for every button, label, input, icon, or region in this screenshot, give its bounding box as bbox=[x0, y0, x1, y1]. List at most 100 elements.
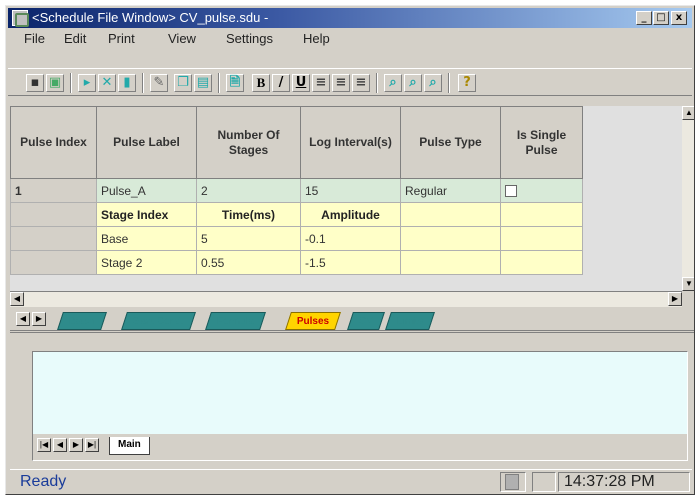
underline-button[interactable]: U bbox=[292, 74, 310, 92]
align-center-icon[interactable]: ≡ bbox=[332, 74, 350, 92]
status-indicator-icon bbox=[505, 474, 519, 490]
pulse-type-cell[interactable]: Regular bbox=[400, 178, 501, 203]
save-icon[interactable]: ▪ bbox=[26, 74, 44, 92]
tab-limits[interactable]: Limits bbox=[385, 312, 436, 330]
schedule-grid: Pulse Index Pulse Label Number Of Stages… bbox=[10, 106, 682, 291]
status-box bbox=[532, 472, 556, 492]
output-area[interactable] bbox=[33, 352, 687, 434]
next-tab-icon[interactable]: ▶ bbox=[69, 438, 83, 452]
tab-next-icon[interactable]: ▶ bbox=[32, 312, 46, 326]
horizontal-scrollbar[interactable]: ◀ ▶ bbox=[10, 291, 682, 307]
insert-row-icon[interactable]: ▸ bbox=[78, 74, 96, 92]
col-header-pulse-label[interactable]: Pulse Label bbox=[96, 106, 197, 179]
tab-start-cond[interactable]: Start Cond. bbox=[121, 312, 196, 330]
italic-button[interactable]: / bbox=[272, 74, 290, 92]
first-tab-icon[interactable]: |◀ bbox=[37, 438, 51, 452]
lower-pane: |◀ ◀ ▶ ▶| Main bbox=[10, 332, 694, 464]
number-of-stages-cell[interactable]: 2 bbox=[196, 178, 301, 203]
print-icon[interactable]: ▣ bbox=[46, 74, 64, 92]
toolbar: ▪ ▣ ▸ ✕ ▮ ✎ ❐ ▤ 🗎 B / U ≡ ≡ ≡ ⌕ ⌕ ⌕ ? bbox=[8, 68, 692, 96]
menu-print[interactable]: Print bbox=[108, 31, 135, 46]
document-icon[interactable]: 🗎 bbox=[226, 74, 244, 92]
maximize-button[interactable]: □ bbox=[653, 11, 669, 25]
align-right-icon[interactable]: ≡ bbox=[352, 74, 370, 92]
toolbar-separator bbox=[376, 73, 378, 93]
cut-icon[interactable]: ✎ bbox=[150, 74, 168, 92]
title-bar[interactable]: <Schedule File Window> CV_pulse.sdu - _ … bbox=[8, 8, 692, 28]
row-header-cell[interactable] bbox=[10, 250, 97, 275]
empty-cell[interactable] bbox=[400, 226, 501, 251]
table-row: Base 5 -0.1 bbox=[10, 226, 583, 251]
col-header-pulse-type[interactable]: Pulse Type bbox=[400, 106, 501, 179]
menu-file[interactable]: File bbox=[24, 31, 45, 46]
table-row: 1 Pulse_A 2 15 Regular bbox=[10, 178, 583, 203]
stage-index-cell[interactable]: Base bbox=[96, 226, 197, 251]
col-header-number-of-stages[interactable]: Number Of Stages bbox=[196, 106, 301, 179]
toolbar-separator bbox=[448, 73, 450, 93]
toolbar-separator bbox=[70, 73, 72, 93]
align-left-icon[interactable]: ≡ bbox=[312, 74, 330, 92]
empty-cell[interactable] bbox=[400, 250, 501, 275]
tab-cv[interactable]: CV bbox=[347, 312, 385, 330]
tab-prev-icon[interactable]: ◀ bbox=[16, 312, 30, 326]
menu-settings[interactable]: Settings bbox=[226, 31, 273, 46]
status-bar: Ready 14:37:28 PM bbox=[10, 469, 692, 493]
is-single-pulse-checkbox[interactable] bbox=[505, 185, 517, 198]
empty-cell[interactable] bbox=[500, 226, 583, 251]
amplitude-cell[interactable]: -0.1 bbox=[300, 226, 401, 251]
scroll-down-icon[interactable]: ▼ bbox=[682, 277, 694, 291]
scroll-up-icon[interactable]: ▲ bbox=[682, 106, 694, 120]
scroll-right-icon[interactable]: ▶ bbox=[668, 292, 682, 306]
menu-edit[interactable]: Edit bbox=[64, 31, 86, 46]
delete-row-icon[interactable]: ✕ bbox=[98, 74, 116, 92]
time-header: Time(ms) bbox=[196, 202, 301, 227]
app-icon[interactable] bbox=[12, 10, 29, 27]
row-icon[interactable]: ▮ bbox=[118, 74, 136, 92]
scroll-left-icon[interactable]: ◀ bbox=[10, 292, 24, 306]
window-title: <Schedule File Window> CV_pulse.sdu - bbox=[32, 10, 269, 25]
help-button[interactable]: ? bbox=[458, 74, 476, 92]
status-text: Ready bbox=[20, 473, 67, 490]
prev-tab-icon[interactable]: ◀ bbox=[53, 438, 67, 452]
col-header-log-interval[interactable]: Log Interval(s) bbox=[300, 106, 401, 179]
row-header-cell[interactable] bbox=[10, 202, 97, 227]
header-row: Pulse Index Pulse Label Number Of Stages… bbox=[10, 106, 583, 179]
pulse-label-cell[interactable]: Pulse_A bbox=[96, 178, 197, 203]
sheet-tab-bar: ◀ ▶ Batch Start Cond. Formula Pulses CV … bbox=[10, 309, 694, 331]
amplitude-header: Amplitude bbox=[300, 202, 401, 227]
time-cell[interactable]: 5 bbox=[196, 226, 301, 251]
minimize-button[interactable]: _ bbox=[636, 11, 652, 25]
schedule-file-window: <Schedule File Window> CV_pulse.sdu - _ … bbox=[5, 5, 695, 495]
pulse-table: Pulse Index Pulse Label Number Of Stages… bbox=[10, 106, 583, 275]
empty-cell[interactable] bbox=[500, 250, 583, 275]
col-header-is-single-pulse[interactable]: Is Single Pulse bbox=[500, 106, 583, 179]
col-header-pulse-index[interactable]: Pulse Index bbox=[10, 106, 97, 179]
tab-formula[interactable]: Formula bbox=[205, 312, 266, 330]
paste-icon[interactable]: ▤ bbox=[194, 74, 212, 92]
stage-header-row: Stage Index Time(ms) Amplitude bbox=[10, 202, 583, 227]
zoom-reset-icon[interactable]: ⌕ bbox=[424, 74, 442, 92]
vertical-scrollbar[interactable]: ▲ ▼ bbox=[682, 106, 694, 291]
stage-index-cell[interactable]: Stage 2 bbox=[96, 250, 197, 275]
amplitude-cell[interactable]: -1.5 bbox=[300, 250, 401, 275]
status-time: 14:37:28 PM bbox=[564, 473, 655, 490]
menu-help[interactable]: Help bbox=[303, 31, 330, 46]
empty-cell[interactable] bbox=[500, 202, 583, 227]
last-tab-icon[interactable]: ▶| bbox=[85, 438, 99, 452]
copy-icon[interactable]: ❐ bbox=[174, 74, 192, 92]
tab-main[interactable]: Main bbox=[109, 437, 150, 455]
row-header-cell[interactable] bbox=[10, 226, 97, 251]
tab-pulses[interactable]: Pulses bbox=[285, 312, 342, 330]
zoom-in-icon[interactable]: ⌕ bbox=[384, 74, 402, 92]
tab-batch[interactable]: Batch bbox=[57, 312, 107, 330]
menu-view[interactable]: View bbox=[168, 31, 196, 46]
close-button[interactable]: x bbox=[671, 11, 687, 25]
pulse-index-cell[interactable]: 1 bbox=[10, 178, 97, 203]
log-interval-cell[interactable]: 15 bbox=[300, 178, 401, 203]
empty-cell[interactable] bbox=[400, 202, 501, 227]
toolbar-separator bbox=[218, 73, 220, 93]
bold-button[interactable]: B bbox=[252, 74, 270, 92]
is-single-pulse-cell bbox=[500, 178, 583, 203]
time-cell[interactable]: 0.55 bbox=[196, 250, 301, 275]
zoom-out-icon[interactable]: ⌕ bbox=[404, 74, 422, 92]
